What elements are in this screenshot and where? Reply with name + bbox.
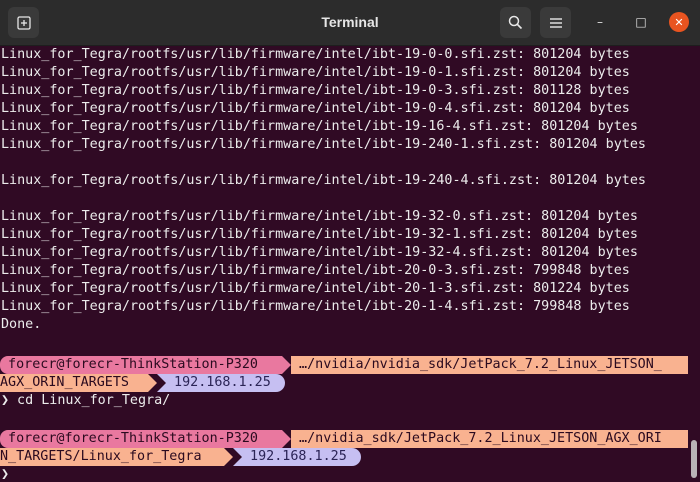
prompt-separator: [282, 430, 291, 448]
prompt-segment-end: [276, 374, 285, 392]
title-bar: Terminal – □ ✕: [0, 0, 700, 46]
minimize-icon: –: [597, 15, 603, 29]
output-line: Linux_for_Tegra/rootfs/usr/lib/firmware/…: [1, 101, 630, 116]
output-line: Linux_for_Tegra/rootfs/usr/lib/firmware/…: [1, 245, 638, 260]
hamburger-menu-icon: [549, 17, 562, 28]
output-line: Linux_for_Tegra/rootfs/usr/lib/firmware/…: [1, 119, 638, 134]
prompt-segment-end: [352, 448, 361, 466]
prompt-path: …/nvidia_sdk/JetPack_7.2_Linux_JETSON_AG…: [291, 430, 688, 448]
output-line: Linux_for_Tegra/rootfs/usr/lib/firmware/…: [1, 47, 630, 62]
prompt-path: …/nvidia/nvidia_sdk/JetPack_7.2_Linux_JE…: [291, 356, 688, 374]
prompt-separator: [224, 448, 233, 466]
terminal-output[interactable]: Linux_for_Tegra/rootfs/usr/lib/firmware/…: [0, 46, 692, 482]
terminal-window: Terminal – □ ✕ Linux_for_Tegra/rootfs/us…: [0, 0, 700, 482]
search-icon: [508, 15, 523, 30]
output-line: Linux_for_Tegra/rootfs/usr/lib/firmware/…: [1, 299, 630, 314]
maximize-icon: □: [635, 15, 647, 29]
prompt-separator: [157, 374, 166, 392]
prompt-path-continued: AGX_ORIN_TARGETS: [0, 374, 148, 392]
output-line: Linux_for_Tegra/rootfs/usr/lib/firmware/…: [1, 209, 638, 224]
prompt-separator: [282, 356, 291, 374]
maximize-button[interactable]: □: [631, 12, 651, 32]
prompt-user-host: forecr@forecr-ThinkStation-P320: [0, 356, 282, 374]
close-icon: ✕: [674, 15, 684, 29]
search-button[interactable]: [500, 7, 531, 38]
output-line: Linux_for_Tegra/rootfs/usr/lib/firmware/…: [1, 227, 638, 242]
output-line: Linux_for_Tegra/rootfs/usr/lib/firmware/…: [1, 83, 630, 98]
output-line: Linux_for_Tegra/rootfs/usr/lib/firmware/…: [1, 137, 646, 152]
prompt-path-continued: N_TARGETS/Linux_for_Tegra: [0, 448, 224, 466]
prompt-char: ❯: [1, 467, 10, 482]
output-line: Linux_for_Tegra/rootfs/usr/lib/firmware/…: [1, 281, 630, 296]
output-line: Linux_for_Tegra/rootfs/usr/lib/firmware/…: [1, 173, 646, 188]
command-text: cd Linux_for_Tegra/: [9, 393, 171, 408]
close-button[interactable]: ✕: [669, 12, 689, 32]
output-line: Linux_for_Tegra/rootfs/usr/lib/firmware/…: [1, 65, 630, 80]
prompt-user-host: forecr@forecr-ThinkStation-P320: [0, 430, 282, 448]
prompt-char: ❯: [1, 393, 10, 408]
prompt-separator: [148, 374, 157, 392]
menu-button[interactable]: [540, 7, 571, 38]
scrollbar-thumb[interactable]: [691, 440, 697, 478]
prompt-ip-address: 192.168.1.25: [166, 374, 276, 392]
minimize-button[interactable]: –: [590, 12, 610, 32]
prompt-ip-address: 192.168.1.25: [242, 448, 352, 466]
prompt-separator: [233, 448, 242, 466]
output-line: Linux_for_Tegra/rootfs/usr/lib/firmware/…: [1, 263, 630, 278]
output-line: Done.: [1, 317, 42, 332]
